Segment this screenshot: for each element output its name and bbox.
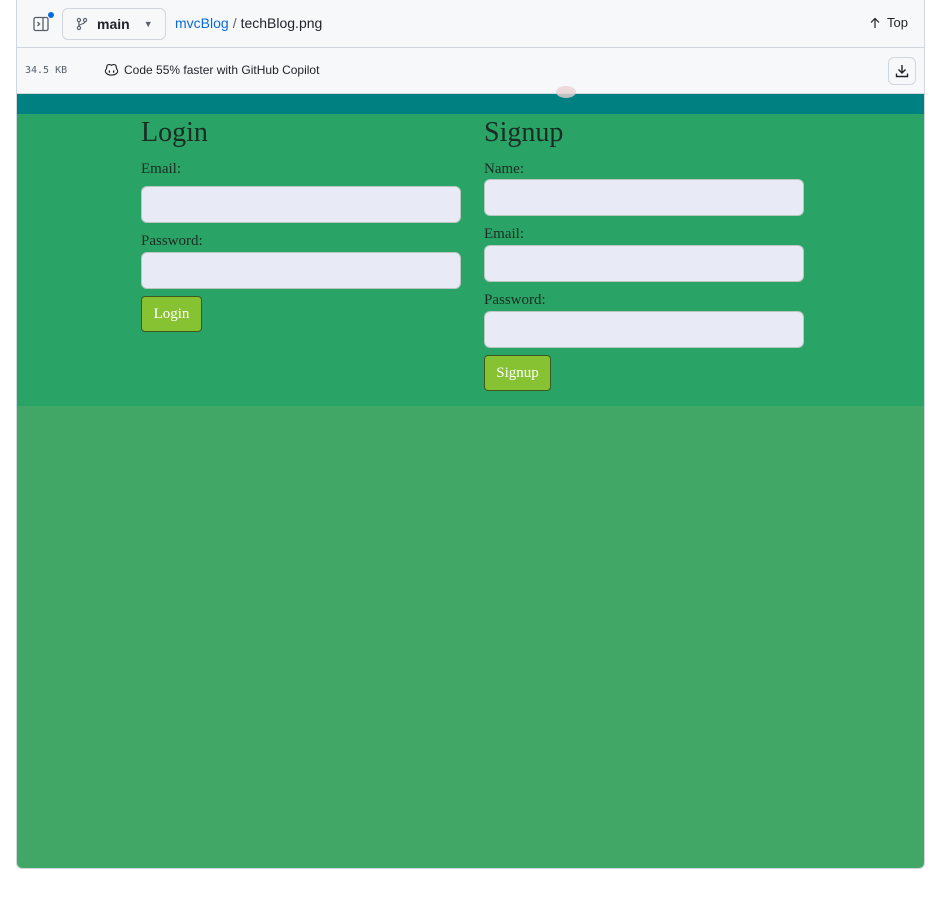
breadcrumb: mvcBlog / techBlog.png <box>175 15 322 31</box>
signup-email-label: Email: <box>484 226 524 242</box>
arrow-up-icon <box>870 17 880 28</box>
header-decoration <box>556 86 576 98</box>
signup-name-field[interactable] <box>484 179 804 216</box>
login-email-label: Email: <box>141 161 181 177</box>
signup-password-label: Password: <box>484 292 546 308</box>
download-icon <box>895 65 909 78</box>
breadcrumb-repo-link[interactable]: mvcBlog <box>175 15 229 31</box>
breadcrumb-separator: / <box>232 15 237 31</box>
breadcrumb-file-name: techBlog.png <box>240 15 323 31</box>
branch-selector[interactable]: main ▼ <box>62 8 166 40</box>
sidebar-expand-icon <box>33 16 49 32</box>
signup-password-field[interactable] <box>484 311 804 348</box>
login-password-field[interactable] <box>141 252 461 289</box>
auth-forms-section: Login Email: Password: Login Signup Name… <box>17 114 924 406</box>
login-email-field[interactable] <box>141 186 461 223</box>
top-link-label: Top <box>887 15 908 30</box>
copilot-promo-text: Code 55% faster with GitHub Copilot <box>124 63 320 77</box>
image-preview: Login Email: Password: Login Signup Name… <box>17 86 924 868</box>
chevron-down-icon: ▼ <box>143 19 153 29</box>
file-size: 34.5 KB <box>25 65 68 76</box>
download-button[interactable] <box>888 57 916 85</box>
file-info-bar: 34.5 KB Code 55% faster with GitHub Copi… <box>17 48 924 94</box>
login-password-label: Password: <box>141 233 203 249</box>
git-branch-icon <box>76 17 88 31</box>
signup-form: Signup Name: Email: Password: Signup <box>484 114 806 391</box>
copilot-icon <box>104 63 119 76</box>
login-form: Login Email: Password: Login <box>141 114 463 332</box>
file-viewer: main ▼ mvcBlog / techBlog.png Top 34.5 K… <box>16 0 925 869</box>
copilot-promo-link[interactable]: Code 55% faster with GitHub Copilot <box>104 63 319 77</box>
login-button[interactable]: Login <box>141 296 202 332</box>
signup-email-field[interactable] <box>484 245 804 282</box>
image-header-strip <box>17 86 924 114</box>
notification-dot <box>47 11 55 19</box>
top-link[interactable]: Top <box>869 15 908 30</box>
signup-button[interactable]: Signup <box>484 355 551 391</box>
branch-name: main <box>97 16 130 32</box>
signup-title: Signup <box>484 117 564 148</box>
signup-name-label: Name: <box>484 161 524 177</box>
side-panel-toggle[interactable] <box>33 11 55 34</box>
file-toolbar: main ▼ mvcBlog / techBlog.png Top <box>17 0 924 48</box>
login-title: Login <box>141 117 208 148</box>
